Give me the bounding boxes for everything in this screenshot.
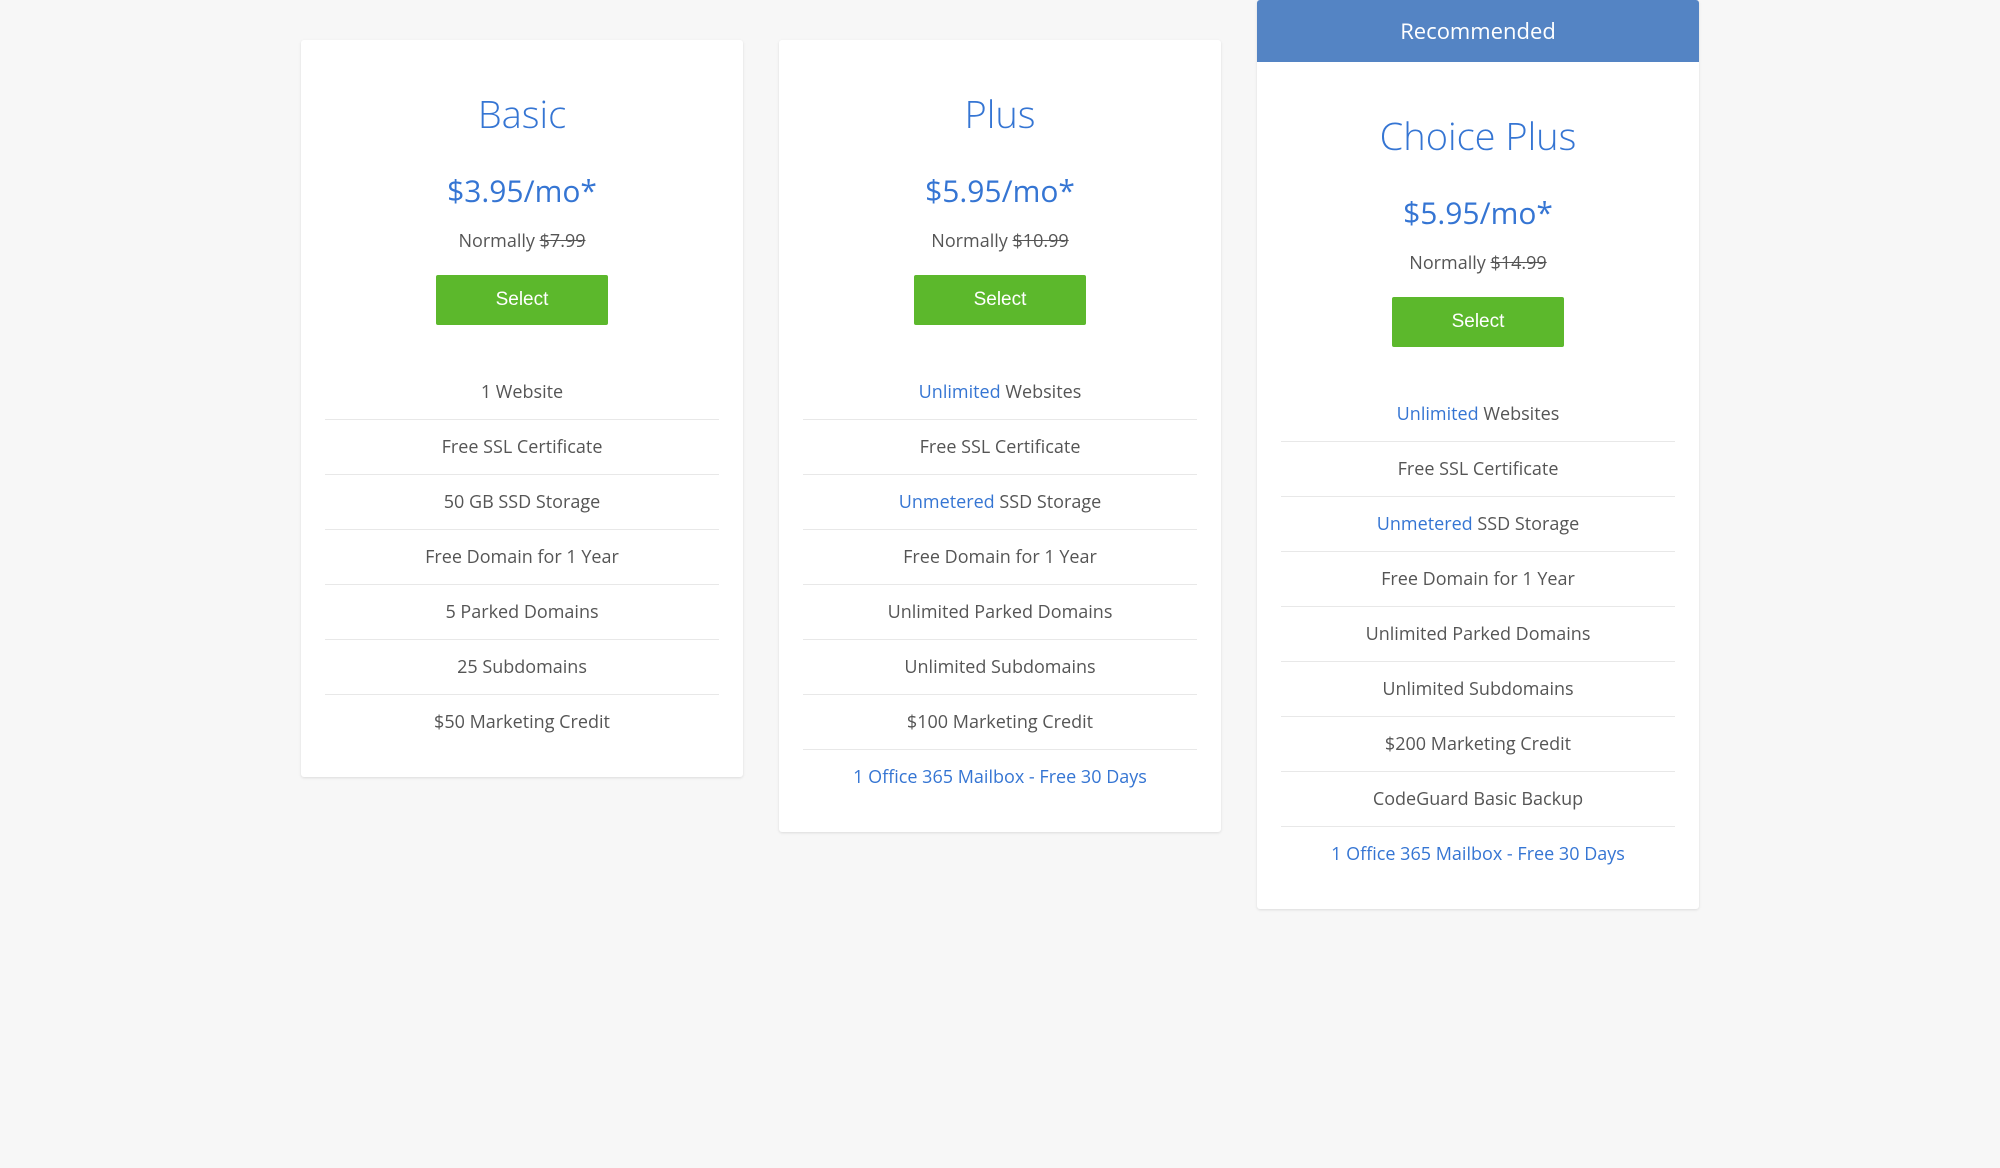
feature-item: 50 GB SSD Storage — [325, 475, 719, 530]
features-list: Unlimited Websites Free SSL Certificate … — [1281, 387, 1675, 881]
feature-item-link[interactable]: 1 Office 365 Mailbox - Free 30 Days — [803, 750, 1197, 804]
feature-item: Unlimited Websites — [803, 365, 1197, 420]
select-button-plus[interactable]: Select — [914, 275, 1086, 325]
card-content: Choice Plus $5.95/mo* Normally $14.99 Se… — [1257, 62, 1699, 909]
feature-item: Unlimited Subdomains — [1281, 662, 1675, 717]
original-price: $7.99 — [540, 229, 586, 253]
normal-price: Normally $7.99 — [325, 229, 719, 253]
feature-item: Unlimited Websites — [1281, 387, 1675, 442]
feature-item: Unlimited Parked Domains — [1281, 607, 1675, 662]
features-list: 1 Website Free SSL Certificate 50 GB SSD… — [325, 365, 719, 749]
plan-price: $5.95/mo* — [803, 170, 1197, 211]
feature-item: 1 Website — [325, 365, 719, 420]
pricing-card-choice-plus: Recommended Choice Plus $5.95/mo* Normal… — [1257, 0, 1699, 909]
plan-title: Plus — [803, 88, 1197, 140]
pricing-card-basic: Basic $3.95/mo* Normally $7.99 Select 1 … — [301, 40, 743, 777]
feature-item: Free SSL Certificate — [1281, 442, 1675, 497]
select-button-choice-plus[interactable]: Select — [1392, 297, 1564, 347]
normal-price: Normally $10.99 — [803, 229, 1197, 253]
select-button-basic[interactable]: Select — [436, 275, 608, 325]
recommended-banner: Recommended — [1257, 0, 1699, 62]
feature-item: Unlimited Parked Domains — [803, 585, 1197, 640]
feature-item: CodeGuard Basic Backup — [1281, 772, 1675, 827]
normally-label: Normally — [458, 229, 535, 253]
card-content: Plus $5.95/mo* Normally $10.99 Select Un… — [779, 40, 1221, 832]
feature-item: Free SSL Certificate — [803, 420, 1197, 475]
normally-label: Normally — [931, 229, 1008, 253]
feature-item: $200 Marketing Credit — [1281, 717, 1675, 772]
original-price: $14.99 — [1491, 251, 1547, 275]
card-content: Basic $3.95/mo* Normally $7.99 Select 1 … — [301, 40, 743, 777]
plan-price: $3.95/mo* — [325, 170, 719, 211]
normal-price: Normally $14.99 — [1281, 251, 1675, 275]
feature-item: Unlimited Subdomains — [803, 640, 1197, 695]
pricing-container: Basic $3.95/mo* Normally $7.99 Select 1 … — [290, 40, 1710, 909]
pricing-card-plus: Plus $5.95/mo* Normally $10.99 Select Un… — [779, 40, 1221, 832]
plan-title: Basic — [325, 88, 719, 140]
feature-item: 5 Parked Domains — [325, 585, 719, 640]
feature-item: $100 Marketing Credit — [803, 695, 1197, 750]
feature-item: $50 Marketing Credit — [325, 695, 719, 749]
feature-item: Unmetered SSD Storage — [803, 475, 1197, 530]
feature-item-link[interactable]: 1 Office 365 Mailbox - Free 30 Days — [1281, 827, 1675, 881]
original-price: $10.99 — [1013, 229, 1069, 253]
feature-item: Unmetered SSD Storage — [1281, 497, 1675, 552]
feature-item: Free Domain for 1 Year — [803, 530, 1197, 585]
normally-label: Normally — [1409, 251, 1486, 275]
plan-title: Choice Plus — [1281, 110, 1675, 162]
features-list: Unlimited Websites Free SSL Certificate … — [803, 365, 1197, 804]
plan-price: $5.95/mo* — [1281, 192, 1675, 233]
feature-item: Free Domain for 1 Year — [325, 530, 719, 585]
feature-item: 25 Subdomains — [325, 640, 719, 695]
feature-item: Free SSL Certificate — [325, 420, 719, 475]
feature-item: Free Domain for 1 Year — [1281, 552, 1675, 607]
